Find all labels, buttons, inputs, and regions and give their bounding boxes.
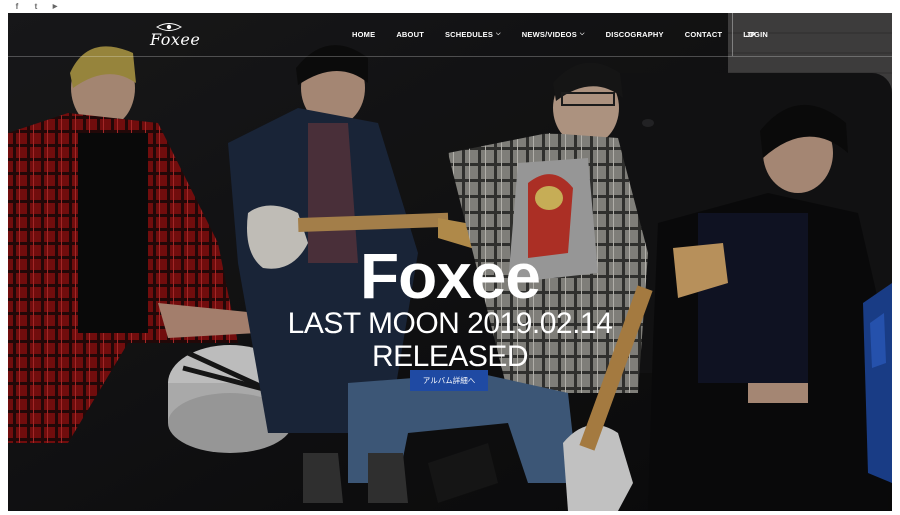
chevron-down-icon: ⌵: [579, 31, 585, 37]
page-bottom-edge: [0, 511, 900, 515]
social-bar: f t ▶: [0, 0, 900, 12]
hero-title: Foxee: [360, 240, 541, 312]
nav-menu: HOME ABOUT SCHEDULES ⌵ NEWS/VIDEOS ⌵ DIS…: [352, 13, 768, 56]
nav-item-label: DISCOGRAPHY: [605, 30, 664, 39]
nav-item-discography[interactable]: DISCOGRAPHY: [606, 30, 664, 39]
album-details-button[interactable]: アルバム詳細へ: [410, 370, 488, 391]
foxee-logo[interactable]: Foxee: [146, 21, 200, 49]
youtube-icon[interactable]: ▶: [50, 1, 60, 11]
nav-item-label: SCHEDULES: [444, 30, 494, 39]
nav-item-about[interactable]: ABOUT: [396, 30, 424, 39]
nav-item-label: ABOUT: [396, 30, 424, 39]
nav-item-label: HOME: [352, 30, 376, 39]
main-navigation: Foxee HOME ABOUT SCHEDULES ⌵ NEWS/VIDEOS…: [8, 13, 892, 57]
nav-item-schedules[interactable]: SCHEDULES ⌵: [445, 30, 501, 39]
chevron-down-icon: ⌵: [496, 31, 501, 37]
nav-item-label: CONTACT: [684, 30, 723, 39]
language-switch[interactable]: JP: [746, 30, 755, 39]
hero-released-label: RELEASED: [371, 340, 529, 373]
twitter-icon[interactable]: t: [31, 1, 41, 11]
facebook-icon[interactable]: f: [12, 1, 22, 11]
nav-item-home[interactable]: HOME: [352, 30, 375, 39]
nav-divider: [732, 13, 733, 56]
hero-release-line: LAST MOON 2019.02.14: [287, 307, 613, 340]
nav-item-label: NEWS/VIDEOS: [521, 30, 577, 39]
logo-text: Foxee: [150, 30, 201, 49]
hero-text: Foxee LAST MOON 2019.02.14 RELEASED: [8, 240, 892, 373]
nav-item-contact[interactable]: CONTACT: [685, 30, 723, 39]
hero-banner: Foxee HOME ABOUT SCHEDULES ⌵ NEWS/VIDEOS…: [8, 13, 892, 511]
nav-item-news-videos[interactable]: NEWS/VIDEOS ⌵: [522, 30, 585, 39]
